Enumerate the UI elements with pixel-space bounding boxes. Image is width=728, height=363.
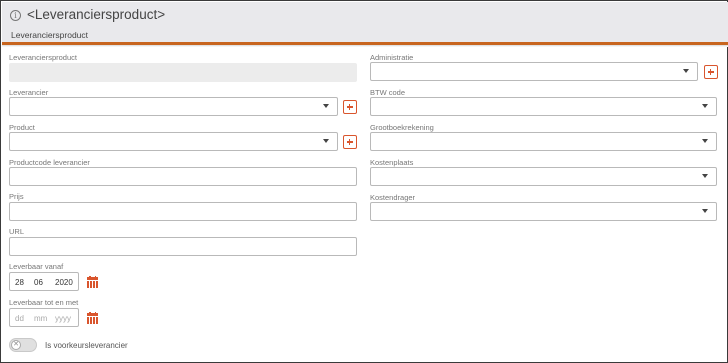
month-field[interactable]: 06 xyxy=(34,278,43,287)
administratie-select[interactable] xyxy=(370,62,698,81)
product-label: Product xyxy=(9,123,35,132)
grootboek-select[interactable] xyxy=(370,132,717,151)
day-field[interactable]: 28 xyxy=(15,278,24,287)
voorkeursleverancier-label: Is voorkeursleverancier xyxy=(45,341,128,350)
kostenplaats-select[interactable] xyxy=(370,167,717,186)
prijs-label: Prijs xyxy=(9,192,24,201)
calendar-icon[interactable] xyxy=(87,312,98,324)
btw-label: BTW code xyxy=(370,88,406,97)
voorkeursleverancier-toggle[interactable]: ✕ xyxy=(9,338,37,352)
kostendrager-select[interactable] xyxy=(370,202,717,221)
kostendrager-label: Kostendrager xyxy=(370,193,416,202)
day-field[interactable]: dd xyxy=(15,314,24,323)
chevron-down-icon xyxy=(702,104,708,108)
page-header: i <Leveranciersproduct> Leveranciersprod… xyxy=(2,2,728,42)
leverbaar-tot-date[interactable]: dd mm yyyy xyxy=(9,308,79,327)
add-leverancier-button[interactable] xyxy=(343,100,357,114)
product-select[interactable] xyxy=(9,132,338,151)
add-administratie-button[interactable] xyxy=(704,65,718,79)
add-product-button[interactable] xyxy=(343,135,357,149)
month-field[interactable]: mm xyxy=(34,314,47,323)
grootboek-label: Grootboekrekening xyxy=(370,123,434,132)
productcode-label: Productcode leverancier xyxy=(9,158,90,167)
leveranciersproduct-field xyxy=(9,63,357,82)
chevron-down-icon xyxy=(323,139,329,143)
btw-select[interactable] xyxy=(370,97,717,116)
administratie-label: Administratie xyxy=(370,53,414,62)
leverancier-select[interactable] xyxy=(9,97,338,116)
chevron-down-icon xyxy=(702,139,708,143)
productcode-input[interactable] xyxy=(9,167,357,186)
url-label: URL xyxy=(9,227,25,236)
prijs-input[interactable] xyxy=(9,202,357,221)
section-title: Leveranciersproduct xyxy=(11,30,89,40)
chevron-down-icon xyxy=(323,104,329,108)
info-icon[interactable]: i xyxy=(10,10,21,21)
window: i <Leveranciersproduct> Leveranciersprod… xyxy=(0,0,728,363)
leverbaar-vanaf-label: Leverbaar vanaf xyxy=(9,262,64,271)
leveranciersproduct-label: Leveranciersproduct xyxy=(9,53,77,62)
chevron-down-icon xyxy=(702,209,708,213)
year-field[interactable]: yyyy xyxy=(55,314,71,323)
chevron-down-icon xyxy=(683,69,689,73)
url-input[interactable] xyxy=(9,237,357,256)
accent-shadow xyxy=(2,45,728,47)
year-field[interactable]: 2020 xyxy=(55,278,73,287)
page-title: <Leveranciersproduct> xyxy=(27,7,166,22)
leverbaar-vanaf-date[interactable]: 28 06 2020 xyxy=(9,272,79,291)
leverbaar-tot-label: Leverbaar tot en met xyxy=(9,298,79,307)
close-icon: ✕ xyxy=(11,340,21,350)
leverancier-label: Leverancier xyxy=(9,88,49,97)
calendar-icon[interactable] xyxy=(87,276,98,288)
kostenplaats-label: Kostenplaats xyxy=(370,158,414,167)
chevron-down-icon xyxy=(702,174,708,178)
